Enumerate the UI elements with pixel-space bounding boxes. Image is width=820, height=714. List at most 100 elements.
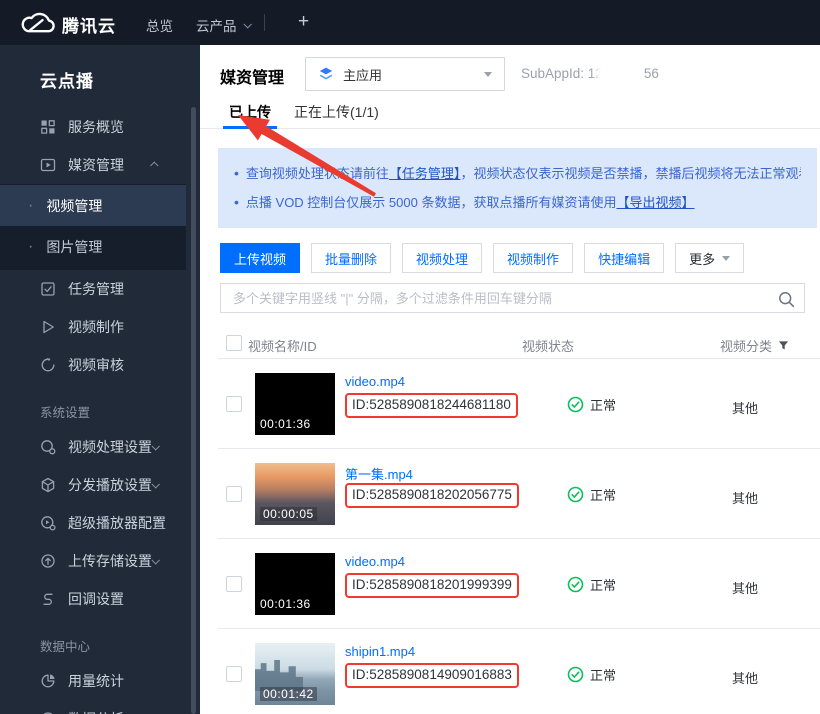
- video-name-link[interactable]: video.mp4: [345, 554, 405, 569]
- row-checkbox[interactable]: [226, 666, 242, 682]
- add-tab-button[interactable]: +: [298, 11, 309, 33]
- video-produce-button[interactable]: 视频制作: [493, 243, 573, 273]
- sidebar-item-label: 视频处理设置: [68, 437, 152, 457]
- sidebar-submenu: ·视频管理·图片管理: [0, 184, 186, 270]
- chevron-down-icon: [151, 480, 159, 488]
- video-thumbnail[interactable]: 00:01:36: [255, 553, 335, 615]
- status-ok-icon: [567, 396, 584, 413]
- sidebar-section-heading: 数据中心: [40, 634, 200, 660]
- sidebar-item-label: 任务管理: [68, 279, 124, 299]
- row-checkbox[interactable]: [226, 576, 242, 592]
- video-id: ID:5285890818202056775: [352, 487, 512, 502]
- upload-icon: [40, 553, 56, 569]
- video-id: ID:5285890818244681180: [352, 397, 511, 412]
- column-header-category: 视频分类: [720, 336, 789, 355]
- row-checkbox[interactable]: [226, 396, 242, 412]
- quick-edit-button[interactable]: 快捷编辑: [584, 243, 664, 273]
- task-icon: [40, 281, 56, 297]
- sidebar-menu: 服务概览媒资管理·视频管理·图片管理任务管理视频制作视频审核系统设置视频处理设置…: [0, 108, 200, 714]
- video-status: 正常: [567, 665, 616, 684]
- sidebar-item[interactable]: 分发播放设置: [0, 466, 186, 504]
- sidebar-item[interactable]: 服务概览: [0, 108, 186, 146]
- video-id-red-annotation-box: ID:5285890814909016883: [345, 663, 519, 688]
- notice-line: •查询视频处理状态请前往【任务管理】，视频状态仅表示视频是否禁播，禁播后视频将无…: [234, 159, 801, 188]
- export-video-link[interactable]: 【导出视频】: [616, 195, 694, 210]
- dropdown-caret-icon: [484, 72, 492, 77]
- table-row: 00:01:36 video.mp4 ID:528589081820199939…: [218, 539, 820, 629]
- more-button[interactable]: 更多: [675, 243, 744, 273]
- search-bar: [220, 283, 805, 313]
- sidebar-item-label: 视频审核: [68, 355, 124, 375]
- app-selector-dropdown[interactable]: 主应用: [305, 57, 505, 91]
- video-category: 其他: [732, 398, 758, 417]
- video-status: 正常: [567, 575, 616, 594]
- task-manage-link[interactable]: 【任务管理】: [389, 166, 461, 181]
- video-process-button[interactable]: 视频处理: [402, 243, 482, 273]
- table-header: 视频名称/ID 视频状态 视频分类: [218, 328, 820, 359]
- chevron-down-icon: [151, 442, 159, 450]
- sidebar: 云点播 服务概览媒资管理·视频管理·图片管理任务管理视频制作视频审核系统设置视频…: [0, 45, 200, 714]
- nav-products-label: 云产品: [196, 15, 237, 35]
- video-id: ID:5285890818201999399: [352, 577, 512, 592]
- status-text: 正常: [590, 485, 616, 504]
- video-thumbnail[interactable]: 00:01:36: [255, 373, 335, 435]
- player-icon: [40, 515, 56, 531]
- sidebar-item[interactable]: 回调设置: [0, 580, 186, 618]
- upload-video-button[interactable]: 上传视频: [220, 243, 300, 273]
- pie-icon: [40, 673, 56, 689]
- nav-overview[interactable]: 总览: [146, 15, 173, 35]
- cube-icon: [40, 477, 56, 493]
- sidebar-item[interactable]: 数据分析: [0, 700, 186, 714]
- sidebar-item[interactable]: 任务管理: [0, 270, 186, 308]
- notice-banner: •查询视频处理状态请前往【任务管理】，视频状态仅表示视频是否禁播，禁播后视频将无…: [218, 148, 817, 228]
- video-duration: 00:01:36: [260, 597, 311, 611]
- brand-name[interactable]: 腾讯云: [62, 12, 116, 37]
- sidebar-item[interactable]: 视频审核: [0, 346, 186, 384]
- sidebar-item[interactable]: 视频处理设置: [0, 428, 186, 466]
- sidebar-scrollbar[interactable]: [191, 107, 196, 714]
- sidebar-subitem[interactable]: ·视频管理: [0, 185, 186, 226]
- video-thumbnail[interactable]: 00:01:42: [255, 643, 335, 705]
- table-row: 00:01:36 video.mp4 ID:528589081824468118…: [218, 359, 820, 449]
- sidebar-item-label: 数据分析: [68, 709, 124, 714]
- video-name-link[interactable]: video.mp4: [345, 374, 405, 389]
- video-duration: 00:01:42: [260, 687, 317, 701]
- sidebar-item[interactable]: 用量统计: [0, 662, 186, 700]
- video-duration: 00:00:05: [260, 507, 317, 521]
- status-text: 正常: [590, 665, 616, 684]
- search-input[interactable]: [221, 284, 804, 312]
- top-navbar: 腾讯云 总览 云产品 +: [0, 0, 820, 45]
- row-checkbox[interactable]: [226, 486, 242, 502]
- select-all-checkbox[interactable]: [226, 335, 242, 351]
- status-text: 正常: [590, 575, 616, 594]
- nav-products[interactable]: 云产品: [196, 15, 250, 35]
- video-category: 其他: [732, 488, 758, 507]
- sidebar-subitem-label: 图片管理: [46, 237, 102, 257]
- video-name-link[interactable]: shipin1.mp4: [345, 644, 415, 659]
- sidebar-item-label: 媒资管理: [68, 155, 124, 175]
- status-text: 正常: [590, 395, 616, 414]
- tab-uploaded[interactable]: 已上传: [229, 102, 271, 129]
- tab-uploading[interactable]: 正在上传(1/1): [294, 102, 379, 129]
- video-category: 其他: [732, 578, 758, 597]
- search-icon[interactable]: [778, 291, 795, 308]
- video-name-link[interactable]: 第一集.mp4: [345, 464, 413, 483]
- app-layers-icon: [318, 66, 334, 82]
- video-status: 正常: [567, 395, 616, 414]
- play-icon: [40, 319, 56, 335]
- video-category: 其他: [732, 668, 758, 687]
- bullet-dot: ·: [28, 197, 33, 215]
- sidebar-item[interactable]: 媒资管理: [0, 146, 186, 184]
- tencent-cloud-logo-icon[interactable]: [18, 9, 56, 36]
- video-thumbnail[interactable]: 00:00:05: [255, 463, 335, 525]
- batch-delete-button[interactable]: 批量删除: [311, 243, 391, 273]
- media-icon: [40, 157, 56, 173]
- main-content: 媒资管理 主应用 SubAppId: 1256 已上传 正在上传(1/1) •查…: [200, 45, 820, 714]
- sidebar-item[interactable]: 上传存储设置: [0, 542, 186, 580]
- sidebar-item[interactable]: 超级播放器配置: [0, 504, 186, 542]
- filter-icon[interactable]: [778, 340, 789, 351]
- sidebar-subitem[interactable]: ·图片管理: [0, 226, 186, 267]
- sidebar-item-label: 服务概览: [68, 117, 124, 137]
- sidebar-item[interactable]: 视频制作: [0, 308, 186, 346]
- video-id-red-annotation-box: ID:5285890818202056775: [345, 483, 519, 508]
